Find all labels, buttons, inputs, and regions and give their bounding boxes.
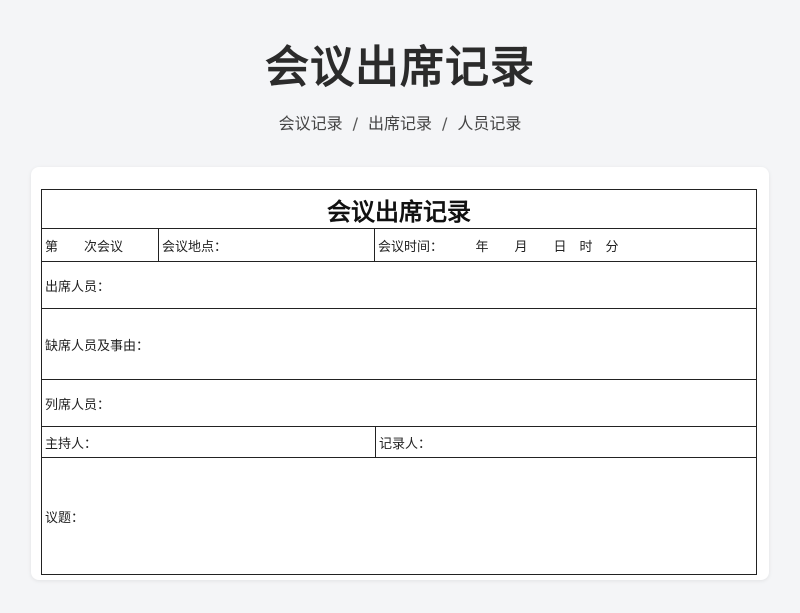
observers-row: 列席人员： [42,379,756,426]
breadcrumb-item-meeting-record[interactable]: 会议记录 [279,114,343,133]
meeting-info-row: 第 次会议 会议地点： 会议时间： 年 月 日 时 分 [42,228,756,261]
attendees-field[interactable]: 出席人员： [42,262,756,308]
form-title-row: 会议出席记录 [42,190,756,228]
breadcrumb-separator: / [352,114,358,133]
page-title: 会议出席记录 [265,42,535,93]
meeting-number-field[interactable]: 第 次会议 [42,229,158,261]
breadcrumb: 会议记录 / 出席记录 / 人员记录 [0,112,800,136]
attendees-row: 出席人员： [42,261,756,308]
host-field[interactable]: 主持人： [42,427,375,457]
form-card: 会议出席记录 第 次会议 会议地点： 会议时间： 年 月 日 时 分 出席人员：… [31,167,769,580]
meeting-location-field[interactable]: 会议地点： [158,229,374,261]
observers-field[interactable]: 列席人员： [42,380,756,426]
absentees-row: 缺席人员及事由： [42,308,756,379]
form-title: 会议出席记录 [327,197,471,226]
topic-row: 议题： [42,457,756,574]
breadcrumb-item-personnel-record[interactable]: 人员记录 [457,114,521,133]
absentees-field[interactable]: 缺席人员及事由： [42,309,756,379]
recorder-field[interactable]: 记录人： [375,427,756,457]
host-recorder-row: 主持人： 记录人： [42,426,756,457]
breadcrumb-item-attendance-record[interactable]: 出席记录 [368,114,432,133]
meeting-time-field[interactable]: 会议时间： 年 月 日 时 分 [374,229,756,261]
breadcrumb-separator: / [442,114,448,133]
attendance-form-table: 会议出席记录 第 次会议 会议地点： 会议时间： 年 月 日 时 分 出席人员：… [41,189,757,575]
topic-field[interactable]: 议题： [42,458,756,574]
